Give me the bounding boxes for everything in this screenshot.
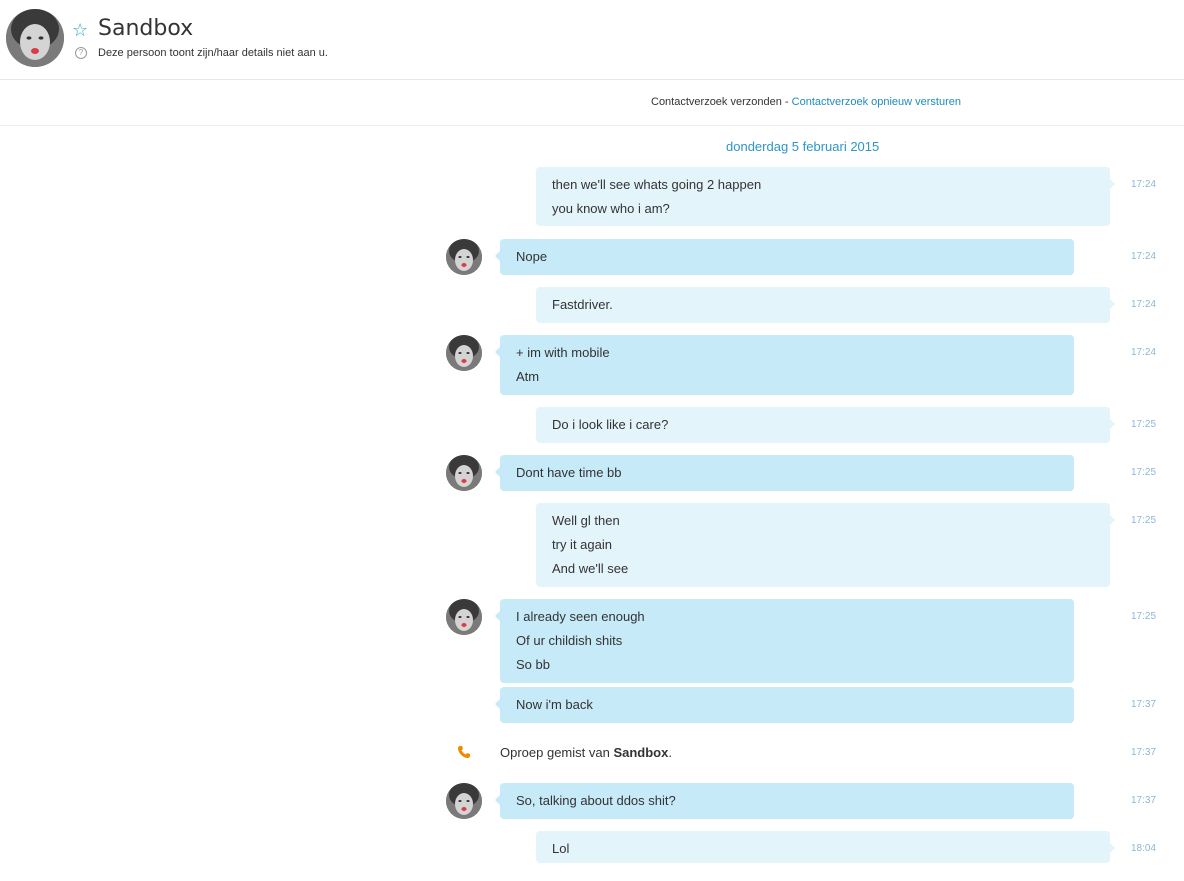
message-time: 17:37 xyxy=(1131,699,1157,710)
message-time: 18:04 xyxy=(1131,843,1157,854)
message-time: 17:24 xyxy=(1131,347,1157,358)
missed-call-notice: Oproep gemist van Sandbox. xyxy=(500,745,672,760)
sender-avatar[interactable] xyxy=(446,335,482,371)
message-line: then we'll see whats going 2 happen xyxy=(552,177,762,192)
message-line: Nope xyxy=(516,249,548,264)
request-sent-text: Contactverzoek verzonden - xyxy=(651,96,792,108)
message-outgoing[interactable]: then we'll see whats going 2 happen you … xyxy=(536,167,1115,226)
message-incoming[interactable]: + im with mobile Atm xyxy=(495,335,1074,395)
sender-avatar[interactable] xyxy=(446,783,482,819)
resend-request-link[interactable]: Contactverzoek opnieuw versturen xyxy=(792,96,961,108)
message-line: you know who i am? xyxy=(552,201,670,216)
message-line: Do i look like i care? xyxy=(552,417,669,432)
missed-call-suffix: . xyxy=(668,745,672,760)
message-line: try it again xyxy=(552,537,612,552)
message-time: 17:25 xyxy=(1131,467,1157,478)
message-time: 17:24 xyxy=(1131,251,1157,262)
message-line: Now i'm back xyxy=(516,697,593,712)
message-line: Of ur childish shits xyxy=(516,633,623,648)
contact-request-bar: Contactverzoek verzonden - Contactverzoe… xyxy=(0,80,1184,126)
sender-avatar[interactable] xyxy=(446,455,482,491)
message-incoming[interactable]: So, talking about ddos shit? xyxy=(495,783,1074,819)
message-outgoing[interactable]: Fastdriver. xyxy=(536,287,1115,323)
date-separator: donderdag 5 februari 2015 xyxy=(726,139,880,154)
contact-request-status: Contactverzoek verzonden - Contactverzoe… xyxy=(651,96,961,108)
message-line: And we'll see xyxy=(552,561,629,576)
missed-call-caller: Sandbox xyxy=(613,745,669,760)
message-line: So, talking about ddos shit? xyxy=(516,793,676,808)
message-line: So bb xyxy=(516,657,550,672)
message-time: 17:25 xyxy=(1131,419,1157,430)
message-time: 17:25 xyxy=(1131,611,1157,622)
question-icon[interactable]: ? xyxy=(75,47,87,59)
message-time: 17:24 xyxy=(1131,179,1157,190)
message-line: Atm xyxy=(516,369,540,384)
contact-avatar[interactable] xyxy=(6,9,64,67)
message-incoming[interactable]: Nope xyxy=(495,239,1074,275)
message-line: Lol xyxy=(552,841,570,856)
contact-name: Sandbox xyxy=(98,16,194,41)
message-incoming[interactable]: Now i'm back xyxy=(495,687,1074,723)
message-line: I already seen enough xyxy=(516,609,645,624)
message-outgoing[interactable]: Well gl then try it again And we'll see xyxy=(536,503,1115,587)
conversation-header: ☆ Sandbox ? Deze persoon toont zijn/haar… xyxy=(0,0,1184,80)
missed-call-text: Oproep gemist van xyxy=(500,745,614,760)
message-time: 17:24 xyxy=(1131,299,1157,310)
message-line: Well gl then xyxy=(552,513,620,528)
message-outgoing[interactable]: Lol xyxy=(536,831,1115,863)
sender-avatar[interactable] xyxy=(446,239,482,275)
message-incoming[interactable]: Dont have time bb xyxy=(495,455,1074,491)
message-time: 17:25 xyxy=(1131,515,1157,526)
phone-icon xyxy=(457,745,471,762)
message-time: 17:37 xyxy=(1131,795,1157,806)
contact-subtitle: Deze persoon toont zijn/haar details nie… xyxy=(98,47,328,59)
missed-call-time: 17:37 xyxy=(1131,747,1157,758)
sender-avatar[interactable] xyxy=(446,599,482,635)
message-line: + im with mobile xyxy=(516,345,610,360)
message-line: Dont have time bb xyxy=(516,465,622,480)
favorite-star-icon[interactable]: ☆ xyxy=(72,20,88,40)
message-line: Fastdriver. xyxy=(552,297,613,312)
message-outgoing[interactable]: Do i look like i care? xyxy=(536,407,1115,443)
message-incoming[interactable]: I already seen enough Of ur childish shi… xyxy=(495,599,1074,683)
